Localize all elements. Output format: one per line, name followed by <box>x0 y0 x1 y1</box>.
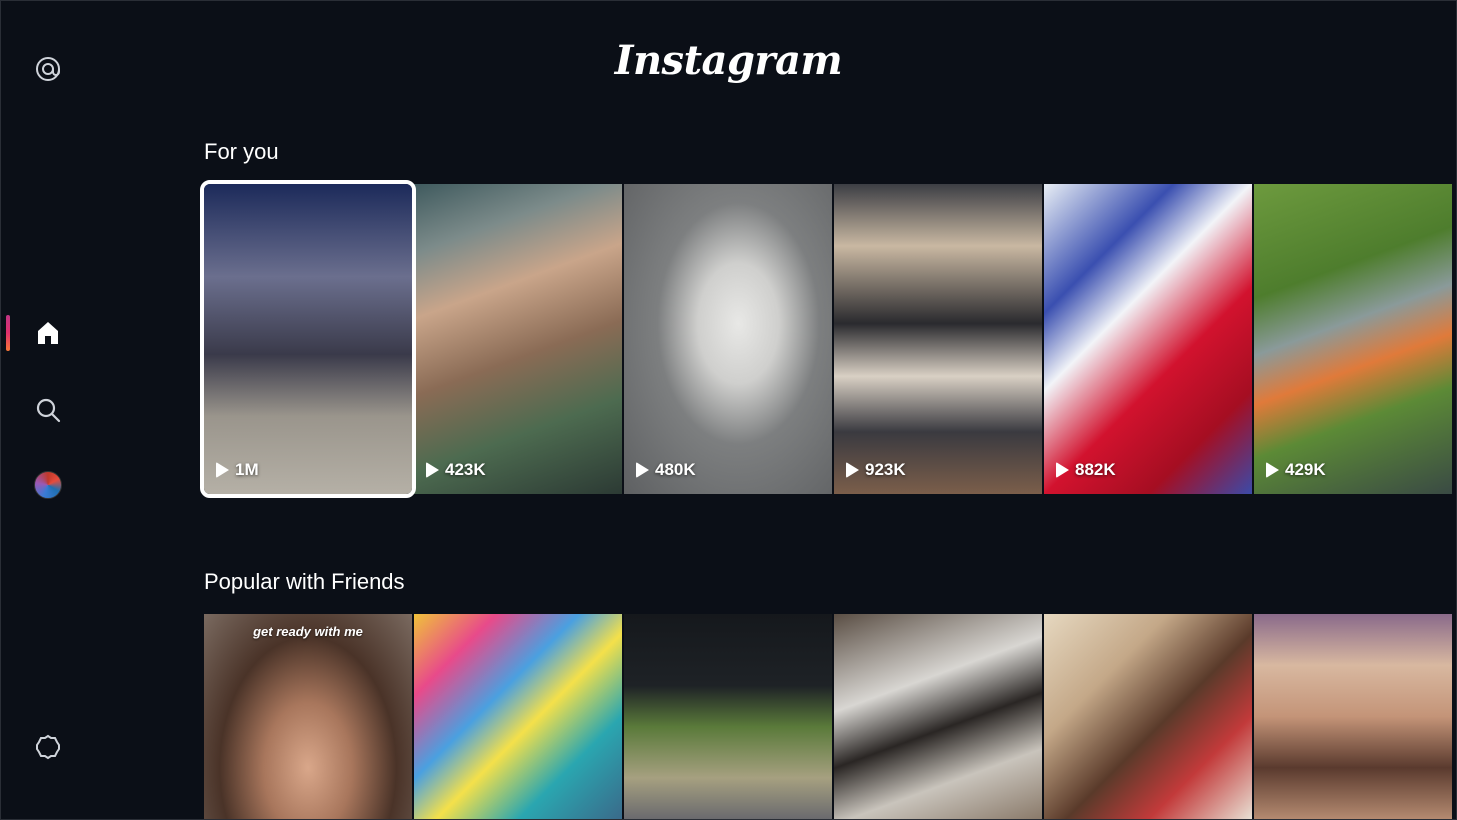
instagram-logo: Instagram <box>614 37 843 84</box>
view-count-label: 882K <box>1075 460 1116 479</box>
video-thumbnail <box>204 614 412 819</box>
settings-button[interactable] <box>31 730 65 764</box>
video-tile[interactable]: get ready with me <box>204 614 412 819</box>
video-tile[interactable] <box>624 614 832 819</box>
avatar <box>34 471 62 499</box>
view-count: 1M <box>216 460 259 480</box>
gear-icon <box>36 734 60 760</box>
video-tile[interactable] <box>414 614 622 819</box>
view-count: 923K <box>846 460 906 480</box>
play-icon <box>1266 462 1279 478</box>
view-count-label: 429K <box>1285 460 1326 479</box>
view-count: 429K <box>1266 460 1326 480</box>
video-thumbnail <box>624 614 832 819</box>
home-icon <box>38 322 58 344</box>
section-title-for-you: For you <box>204 139 279 164</box>
view-count-label: 923K <box>865 460 906 479</box>
view-count: 480K <box>636 460 696 480</box>
video-tile[interactable] <box>1254 614 1452 819</box>
video-tile[interactable]: 423K <box>414 184 622 494</box>
view-count-label: 1M <box>235 460 259 479</box>
video-thumbnail <box>414 614 622 819</box>
video-caption: get ready with me <box>253 624 363 639</box>
for-you-row: 1M 423K 480K 923K 882K 429K <box>200 180 1452 498</box>
view-count-label: 480K <box>655 460 696 479</box>
video-thumbnail <box>414 184 622 494</box>
popular-with-friends-row: get ready with me <box>204 614 1452 819</box>
video-tile[interactable]: 429K <box>1254 184 1452 494</box>
view-count: 882K <box>1056 460 1116 480</box>
search-button[interactable] <box>31 393 65 427</box>
video-tile[interactable]: 480K <box>624 184 832 494</box>
video-thumbnail <box>1044 184 1252 494</box>
play-icon <box>426 462 439 478</box>
video-tile[interactable] <box>834 614 1042 819</box>
search-icon <box>36 398 61 423</box>
video-thumbnail <box>204 184 412 494</box>
play-icon <box>1056 462 1069 478</box>
play-icon <box>216 462 229 478</box>
video-tile[interactable] <box>1044 614 1252 819</box>
video-thumbnail <box>1254 184 1452 494</box>
video-tile[interactable]: 882K <box>1044 184 1252 494</box>
home-button[interactable] <box>31 316 65 350</box>
play-icon <box>846 462 859 478</box>
section-title-popular-with-friends: Popular with Friends <box>204 569 405 594</box>
video-thumbnail <box>834 614 1042 819</box>
sidebar <box>1 1 101 819</box>
view-count-label: 423K <box>445 460 486 479</box>
video-thumbnail <box>1044 614 1252 819</box>
play-icon <box>636 462 649 478</box>
profile-button[interactable] <box>31 468 65 502</box>
video-tile[interactable]: 1M <box>200 180 416 498</box>
video-thumbnail <box>1254 614 1452 819</box>
video-thumbnail <box>834 184 1042 494</box>
video-tile[interactable]: 923K <box>834 184 1042 494</box>
view-count: 423K <box>426 460 486 480</box>
app-window: Instagram For you 1M 423K 480K 923K 882K… <box>0 0 1457 820</box>
video-thumbnail <box>624 184 832 494</box>
active-indicator <box>6 315 10 351</box>
